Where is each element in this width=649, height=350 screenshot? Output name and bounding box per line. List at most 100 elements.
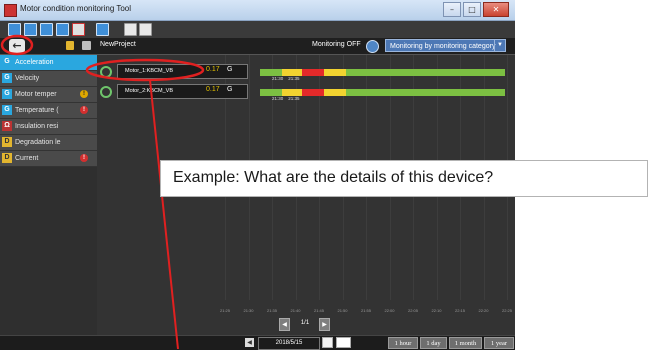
timeline-segment	[346, 69, 505, 76]
alarm-badge-icon: !	[80, 154, 88, 162]
close-button[interactable]: ✕	[483, 2, 509, 17]
chevron-down-icon: ▼	[494, 40, 505, 51]
new-project-icon[interactable]	[8, 23, 21, 36]
monitoring-toggle-icon[interactable]	[366, 40, 379, 53]
axis-tick-label: 22:20	[478, 308, 489, 313]
axis-tick-label: 21:50	[337, 308, 348, 313]
pager: ◀ 1/1 ▶	[279, 318, 330, 331]
timeline-segment	[302, 69, 324, 76]
page-next-button[interactable]: ▶	[319, 318, 330, 331]
sidebar-item-label: Temperature (	[15, 107, 59, 114]
sidebar-item-label: Acceleration	[15, 59, 54, 66]
device-unit: G	[227, 86, 233, 93]
export-icon[interactable]	[96, 23, 109, 36]
gauge-icon: G	[2, 89, 12, 99]
device-card[interactable]: Motor_1:KBCM_VB 0.17 G	[117, 64, 248, 79]
time-label: 21:35	[288, 96, 300, 101]
device-value: 0.17	[206, 66, 220, 73]
info-icon[interactable]	[139, 23, 152, 36]
timeline-segment	[324, 69, 346, 76]
monitoring-panel: Motor_1:KBCM_VB 0.17 G 21:30 21:35 Motor…	[97, 55, 515, 349]
ohm-icon: Ω	[2, 121, 12, 131]
timeline-time-labels: 21:30 21:35	[272, 96, 300, 101]
axis-tick-label: 22:15	[454, 308, 466, 313]
sidebar-item-label: Current	[15, 155, 39, 162]
status-timeline-bar[interactable]	[260, 89, 505, 96]
device-name: Motor_2:KBCM_VB	[125, 88, 173, 94]
device-row[interactable]: Motor_2:KBCM_VB 0.17 G 21:30 21:35	[97, 83, 515, 101]
gauge-icon: G	[2, 105, 12, 115]
save-as-icon[interactable]	[56, 23, 69, 36]
axis-tick-label: 22:05	[407, 308, 419, 313]
gauge-icon: G	[2, 57, 12, 67]
page-indicator: 1/1	[300, 320, 310, 326]
toolbar	[0, 21, 515, 38]
sidebar-item-motor-temperature[interactable]: G Motor temper !	[0, 87, 97, 103]
sidebar-item-current[interactable]: D Current !	[0, 151, 97, 167]
calendar-icon[interactable]	[336, 337, 351, 348]
category-sidebar: G Acceleration G Velocity G Motor temper…	[0, 55, 97, 349]
axis-tick-label: 21:40	[290, 308, 301, 313]
sidebar-item-degradation-level[interactable]: D Degradation le	[0, 135, 97, 151]
axis-tick-label: 21:55	[360, 308, 372, 313]
annotation-callout: Example: What are the details of this de…	[160, 160, 648, 197]
device-unit: G	[227, 66, 233, 73]
delete-icon[interactable]	[72, 23, 85, 36]
timeline-segment	[346, 89, 505, 96]
device-status-icon[interactable]	[100, 86, 112, 98]
sidebar-item-label: Degradation le	[15, 139, 61, 146]
project-bar: ← NewProject Monitoring OFF Monitoring b…	[0, 38, 515, 55]
timeline-segment	[282, 69, 302, 76]
sidebar-item-insulation-resistance[interactable]: Ω Insulation resi	[0, 119, 97, 135]
timeline-segment	[260, 69, 282, 76]
save-icon[interactable]	[40, 23, 53, 36]
alert-icon[interactable]	[66, 41, 74, 50]
maximize-button[interactable]: □	[463, 2, 481, 17]
callout-text: Example: What are the details of this de…	[173, 169, 494, 186]
degradation-icon: D	[2, 137, 12, 147]
range-1-month-button[interactable]: 1 month	[449, 337, 482, 349]
project-name: NewProject	[100, 41, 136, 48]
time-label: 21:30	[272, 76, 284, 81]
monitoring-mode-select[interactable]: Monitoring by monitoring category ▼	[385, 39, 506, 52]
monitoring-mode-label: Monitoring by monitoring category	[390, 43, 496, 50]
monitoring-status: Monitoring OFF	[312, 41, 361, 48]
timeline-segment	[260, 89, 282, 96]
help-icon[interactable]	[124, 23, 137, 36]
open-folder-icon[interactable]	[24, 23, 37, 36]
device-name: Motor_1:KBCM_VB	[125, 68, 173, 74]
device-status-icon[interactable]	[100, 66, 112, 78]
page-prev-button[interactable]: ◀	[279, 318, 290, 331]
axis-tick-label: 22:10	[431, 308, 442, 313]
axis-tick-label: 21:45	[313, 308, 325, 313]
device-value: 0.17	[206, 86, 220, 93]
axis-tick-label: 22:00	[384, 308, 395, 313]
timeline-segment	[324, 89, 346, 96]
timeline-time-labels: 21:30 21:35	[272, 76, 300, 81]
sidebar-item-label: Motor temper	[15, 91, 57, 98]
wrench-icon[interactable]	[82, 41, 91, 50]
device-row[interactable]: Motor_1:KBCM_VB 0.17 G 21:30 21:35	[97, 63, 515, 81]
status-timeline-bar[interactable]	[260, 69, 505, 76]
axis-tick-label: 21:25	[219, 308, 231, 313]
range-1-hour-button[interactable]: 1 hour	[388, 337, 418, 349]
axis-tick-label: 21:30	[243, 308, 254, 313]
sidebar-item-velocity[interactable]: G Velocity	[0, 71, 97, 87]
date-field[interactable]: 2018/5/15	[258, 337, 320, 350]
time-label: 21:30	[272, 96, 284, 101]
sidebar-item-temperature[interactable]: G Temperature ( !	[0, 103, 97, 119]
sidebar-item-acceleration[interactable]: G Acceleration	[0, 55, 97, 71]
minimize-button[interactable]: –	[443, 2, 461, 17]
sidebar-item-label: Insulation resi	[15, 123, 59, 130]
alarm-badge-icon: !	[80, 106, 88, 114]
back-arrow-icon[interactable]: ←	[9, 39, 25, 53]
range-1-year-button[interactable]: 1 year	[484, 337, 514, 349]
sidebar-item-label: Velocity	[15, 75, 40, 82]
date-range-bar: ◀ 2018/5/15 1 hour 1 day 1 month 1 year	[0, 335, 515, 350]
device-card[interactable]: Motor_2:KBCM_VB 0.17 G	[117, 84, 248, 99]
date-prev-button[interactable]: ◀	[245, 338, 254, 347]
app-icon	[4, 4, 17, 17]
date-next-button[interactable]	[322, 337, 333, 348]
range-1-day-button[interactable]: 1 day	[420, 337, 447, 349]
timeline-segment	[302, 89, 324, 96]
